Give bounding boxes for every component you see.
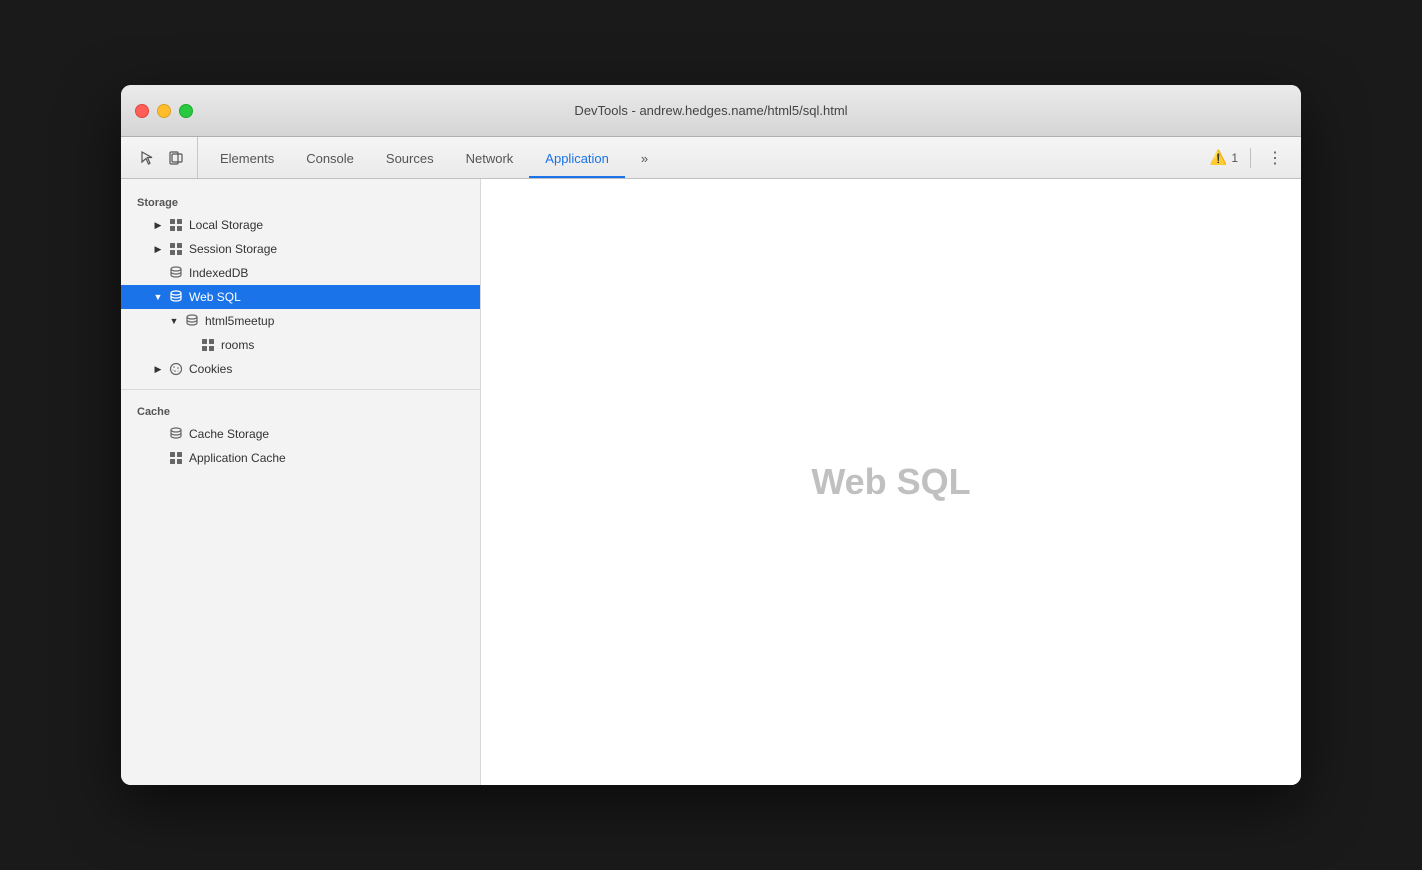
cache-section-header: Cache bbox=[121, 398, 480, 422]
db-icon bbox=[169, 427, 183, 441]
devtools-window: DevTools - andrew.hedges.name/html5/sql.… bbox=[121, 85, 1301, 785]
tab-application[interactable]: Application bbox=[529, 140, 625, 178]
sidebar-item-cookies[interactable]: ▶ Cookies bbox=[121, 357, 480, 381]
divider bbox=[1250, 148, 1251, 168]
tab-console[interactable]: Console bbox=[290, 140, 370, 178]
traffic-lights bbox=[135, 104, 193, 118]
rooms-label: rooms bbox=[221, 338, 254, 352]
sidebar-item-local-storage[interactable]: ▶ Local Storage bbox=[121, 213, 480, 237]
session-storage-label: Session Storage bbox=[189, 242, 277, 256]
html5meetup-label: html5meetup bbox=[205, 314, 274, 328]
warning-icon: ⚠️ bbox=[1210, 149, 1227, 166]
grid-icon bbox=[169, 242, 183, 256]
web-sql-label: Web SQL bbox=[189, 290, 241, 304]
main-panel: Web SQL bbox=[481, 179, 1301, 785]
db-icon bbox=[169, 290, 183, 304]
inspect-icon[interactable] bbox=[135, 146, 159, 170]
toolbar-right: ⚠️ 1 ⋮ bbox=[1202, 137, 1295, 178]
chevron-down-icon: ▼ bbox=[153, 292, 163, 302]
chevron-right-icon: ▶ bbox=[153, 244, 163, 254]
indexeddb-label: IndexedDB bbox=[189, 266, 248, 280]
tab-network[interactable]: Network bbox=[450, 140, 530, 178]
minimize-button[interactable] bbox=[157, 104, 171, 118]
toolbar: Elements Console Sources Network Applica… bbox=[121, 137, 1301, 179]
window-title: DevTools - andrew.hedges.name/html5/sql.… bbox=[574, 103, 847, 118]
sidebar-item-web-sql[interactable]: ▼ Web SQL bbox=[121, 285, 480, 309]
sidebar-item-application-cache[interactable]: ▶ Application Cache bbox=[121, 446, 480, 470]
cookies-label: Cookies bbox=[189, 362, 232, 376]
cache-storage-label: Cache Storage bbox=[189, 427, 269, 441]
sidebar-item-indexeddb[interactable]: ▶ IndexedDB bbox=[121, 261, 480, 285]
panel-watermark: Web SQL bbox=[811, 461, 970, 503]
chevron-down-icon: ▼ bbox=[169, 316, 179, 326]
maximize-button[interactable] bbox=[179, 104, 193, 118]
grid-icon bbox=[169, 451, 183, 465]
grid-icon bbox=[201, 338, 215, 352]
tab-elements[interactable]: Elements bbox=[204, 140, 290, 178]
device-toggle-icon[interactable] bbox=[165, 146, 189, 170]
grid-icon bbox=[169, 218, 183, 232]
warning-badge[interactable]: ⚠️ 1 bbox=[1210, 149, 1238, 166]
sidebar-item-html5meetup[interactable]: ▼ html5meetup bbox=[121, 309, 480, 333]
close-button[interactable] bbox=[135, 104, 149, 118]
sidebar-item-cache-storage[interactable]: ▶ Cache Storage bbox=[121, 422, 480, 446]
warning-count: 1 bbox=[1231, 151, 1238, 165]
sidebar-item-rooms[interactable]: ▶ rooms bbox=[121, 333, 480, 357]
db-icon bbox=[185, 314, 199, 328]
titlebar: DevTools - andrew.hedges.name/html5/sql.… bbox=[121, 85, 1301, 137]
sidebar-divider bbox=[121, 389, 480, 390]
cookie-icon bbox=[169, 362, 183, 376]
more-options-button[interactable]: ⋮ bbox=[1263, 146, 1287, 170]
local-storage-label: Local Storage bbox=[189, 218, 263, 232]
db-icon bbox=[169, 266, 183, 280]
storage-section-header: Storage bbox=[121, 189, 480, 213]
toolbar-icon-group bbox=[127, 137, 198, 178]
tab-list: Elements Console Sources Network Applica… bbox=[204, 137, 1202, 178]
application-cache-label: Application Cache bbox=[189, 451, 286, 465]
sidebar-item-session-storage[interactable]: ▶ Session Storage bbox=[121, 237, 480, 261]
chevron-right-icon: ▶ bbox=[153, 220, 163, 230]
chevron-right-icon: ▶ bbox=[153, 364, 163, 374]
tab-more[interactable]: » bbox=[625, 140, 664, 178]
tab-sources[interactable]: Sources bbox=[370, 140, 450, 178]
sidebar: Storage ▶ Local Storage ▶ bbox=[121, 179, 481, 785]
main-content: Storage ▶ Local Storage ▶ bbox=[121, 179, 1301, 785]
